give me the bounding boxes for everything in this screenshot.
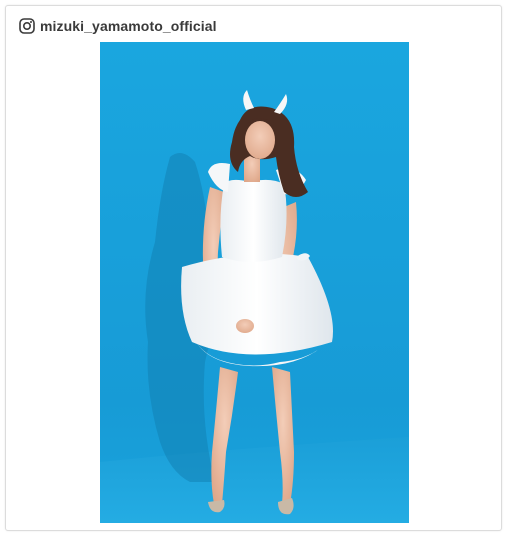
hand [236, 319, 254, 333]
instagram-icon[interactable] [19, 18, 35, 34]
post-photo[interactable] [100, 42, 409, 523]
face [245, 121, 275, 159]
account-username[interactable]: mizuki_yamamoto_official [40, 18, 217, 34]
dress-skirt [181, 253, 333, 355]
post-header[interactable]: mizuki_yamamoto_official [19, 16, 217, 36]
dress-bodice [220, 179, 287, 262]
embedded-post-card: mizuki_yamamoto_official [5, 5, 502, 531]
photo-illustration [100, 42, 409, 523]
